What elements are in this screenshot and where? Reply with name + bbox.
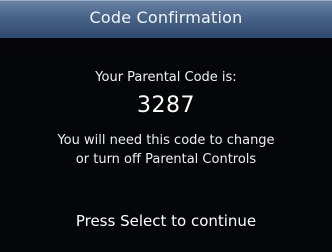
code-heading: Your Parental Code is: — [95, 70, 237, 85]
dialog-title: Code Confirmation — [89, 8, 243, 27]
dialog-body: Your Parental Code is: 3287 You will nee… — [0, 38, 332, 252]
title-bar: Code Confirmation — [0, 0, 332, 38]
code-note-line-1: You will need this code to change — [57, 133, 275, 148]
parental-code-value: 3287 — [137, 93, 195, 118]
code-note-line-2: or turn off Parental Controls — [75, 152, 257, 167]
continue-prompt[interactable]: Press Select to continue — [0, 212, 332, 230]
code-confirmation-screen: Code Confirmation Your Parental Code is:… — [0, 0, 332, 252]
